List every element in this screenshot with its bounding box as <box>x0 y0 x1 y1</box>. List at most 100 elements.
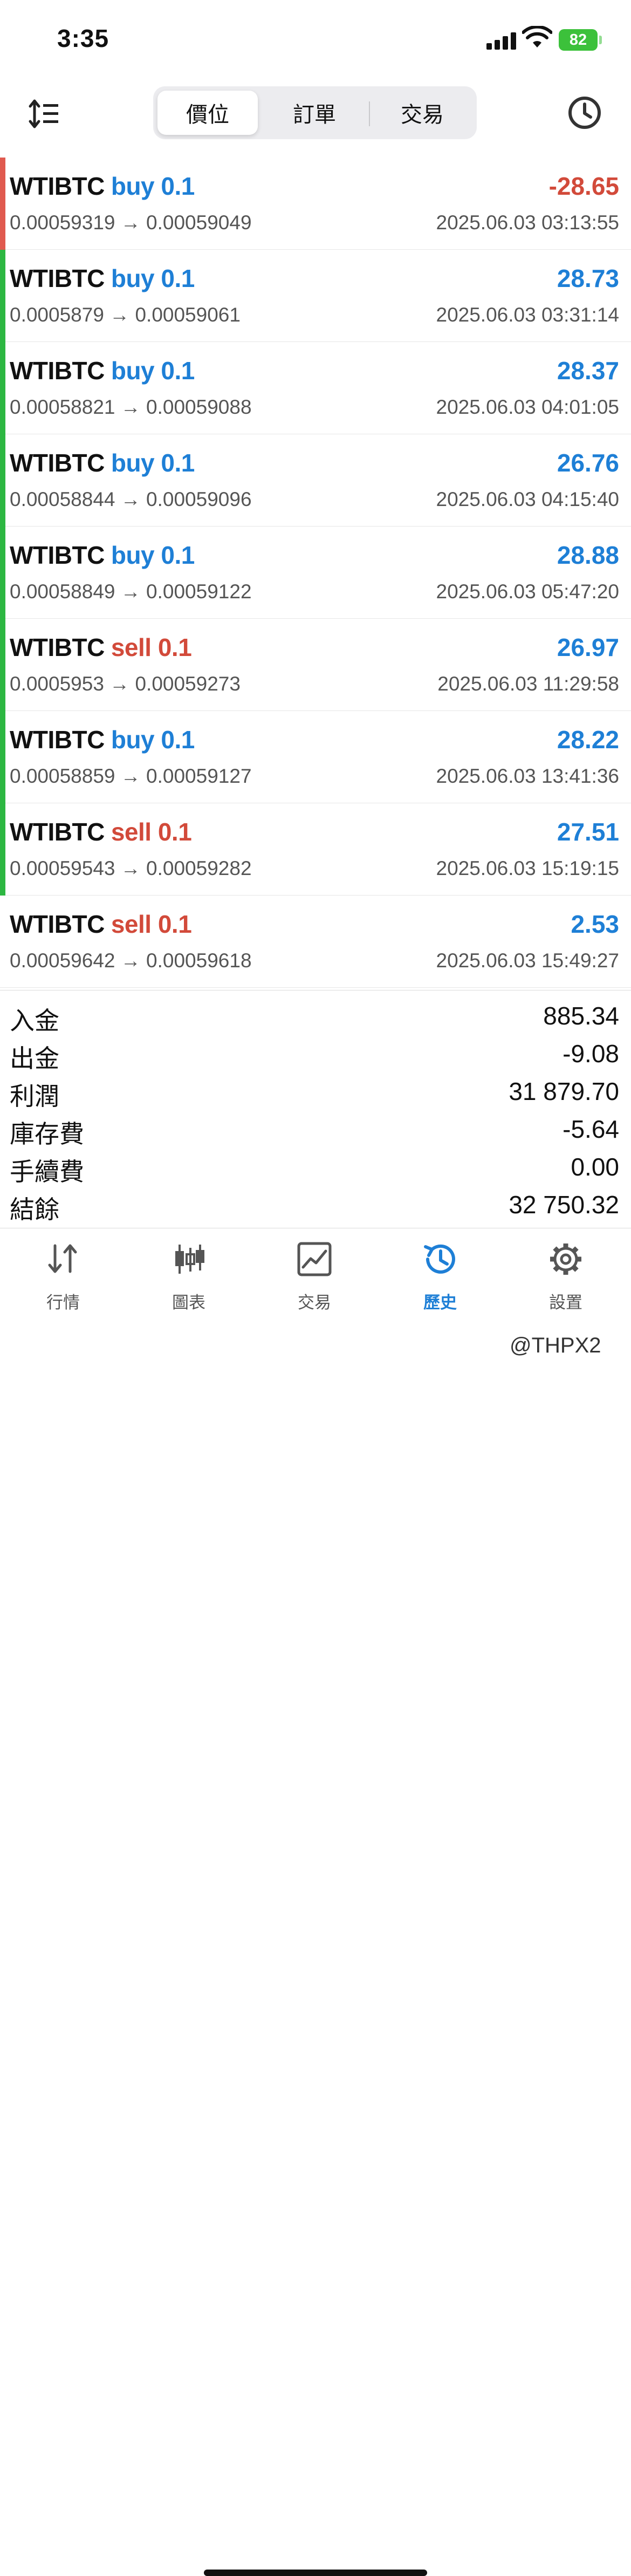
summary-value: 32 750.32 <box>509 1191 619 1219</box>
trade-prices: 0.00059642 → 0.00059618 <box>10 949 252 972</box>
trade-profit: 2.53 <box>571 910 619 938</box>
profit-indicator-bar <box>0 250 5 342</box>
trade-time: 2025.06.03 05:47:20 <box>436 580 620 603</box>
trade-side-volume: buy 0.1 <box>111 264 195 292</box>
trade-time: 2025.06.03 15:49:27 <box>436 949 620 972</box>
profit-indicator-bar <box>0 803 5 896</box>
summary-value: 0.00 <box>571 1153 619 1181</box>
trade-row[interactable]: WTIBTC buy 0.1 28.22 0.00058859 → 0.0005912… <box>0 711 631 803</box>
trade-profit: 28.37 <box>557 357 619 385</box>
summary-row: 庫存費 -5.64 <box>0 1110 631 1148</box>
trade-row[interactable]: WTIBTC sell 0.1 27.51 0.00059543 → 0.000592… <box>0 803 631 896</box>
segment-divider <box>369 101 370 126</box>
tab-orders[interactable]: 訂單 <box>264 91 365 135</box>
profit-indicator-bar <box>0 711 5 803</box>
tabbar-quotes[interactable]: 行情 <box>15 1240 112 1312</box>
clock-icon[interactable] <box>567 95 602 130</box>
profit-indicator-bar <box>0 527 5 619</box>
trade-profit: 28.88 <box>557 541 619 569</box>
trade-time: 2025.06.03 04:15:40 <box>436 488 620 510</box>
trade-time: 2025.06.03 15:19:15 <box>436 857 620 879</box>
trade-row[interactable]: WTIBTC buy 0.1 28.37 0.00058821 → 0.0005908… <box>0 342 631 434</box>
trade-prices: 0.0005953 → 0.00059273 <box>10 673 241 695</box>
trade-side-volume: buy 0.1 <box>111 541 195 569</box>
trade-row[interactable]: WTIBTC buy 0.1 28.88 0.00058849 → 0.0005912… <box>0 527 631 619</box>
trade-instrument: WTIBTC sell 0.1 <box>10 633 192 662</box>
summary-row: 結餘 32 750.32 <box>0 1186 631 1224</box>
tabbar-history[interactable]: 歷史 <box>392 1240 489 1312</box>
trade-side-volume: buy 0.1 <box>111 449 195 477</box>
trade-time: 2025.06.03 11:29:58 <box>437 673 619 695</box>
trade-row[interactable]: WTIBTC buy 0.1 26.76 0.00058844 → 0.0005909… <box>0 434 631 527</box>
summary-label: 手續費 <box>10 1158 84 1186</box>
summary-label: 入金 <box>10 1007 59 1035</box>
sort-icon[interactable] <box>28 99 60 129</box>
home-indicator <box>204 2570 427 2576</box>
tabbar-label: 設置 <box>549 1293 582 1312</box>
summary-label: 庫存費 <box>10 1120 84 1148</box>
account-summary: 入金 885.34 出金 -9.08 利潤 31 879.70 庫存費 -5.64 手續費 0.0… <box>0 990 631 1227</box>
profit-indicator-bar <box>0 434 5 527</box>
trade-side-volume: sell 0.1 <box>111 818 192 846</box>
battery-icon: 82 <box>559 29 602 51</box>
trade-time: 2025.06.03 03:13:55 <box>436 211 620 234</box>
trade-time: 2025.06.03 13:41:36 <box>436 765 620 787</box>
battery-level: 82 <box>569 31 587 49</box>
summary-value: 31 879.70 <box>509 1077 619 1105</box>
settings-gear-icon <box>550 1243 581 1275</box>
trade-symbol: WTIBTC <box>10 633 105 661</box>
profit-indicator-bar <box>0 619 5 711</box>
tab-deals[interactable]: 交易 <box>372 91 472 135</box>
summary-value: 885.34 <box>543 1002 619 1030</box>
trade-row[interactable]: WTIBTC buy 0.1 28.73 0.0005879 → 0.00059061… <box>0 250 631 342</box>
profit-indicator-bar <box>0 342 5 434</box>
trade-symbol: WTIBTC <box>10 541 105 569</box>
trade-profit: 28.73 <box>557 264 619 292</box>
trade-profit: -28.65 <box>548 172 619 200</box>
quotes-icon <box>48 1244 77 1273</box>
summary-row: 手續費 0.00 <box>0 1148 631 1186</box>
trade-row[interactable]: WTIBTC sell 0.1 2.53 0.00059642 → 0.0005961… <box>0 896 631 988</box>
trade-side-volume: sell 0.1 <box>111 633 192 661</box>
trade-profit: 28.22 <box>557 726 619 754</box>
trade-prices: 0.00058821 → 0.00059088 <box>10 396 252 418</box>
trade-symbol: WTIBTC <box>10 910 105 938</box>
trade-instrument: WTIBTC buy 0.1 <box>10 356 195 385</box>
trade-symbol: WTIBTC <box>10 172 105 200</box>
tab-positions[interactable]: 價位 <box>157 91 258 135</box>
cellular-signal-icon <box>486 31 518 50</box>
trade-time: 2025.06.03 03:31:14 <box>436 304 620 326</box>
trade-chart-icon <box>297 1242 332 1276</box>
summary-row: 出金 -9.08 <box>0 1035 631 1072</box>
trade-instrument: WTIBTC sell 0.1 <box>10 910 192 939</box>
trade-row[interactable]: WTIBTC sell 0.1 26.97 0.0005953 → 0.0005927… <box>0 619 631 711</box>
trade-time: 2025.06.03 04:01:05 <box>436 396 620 418</box>
trade-symbol: WTIBTC <box>10 818 105 846</box>
tabbar-trade[interactable]: 交易 <box>266 1240 363 1312</box>
trade-prices: 0.00059543 → 0.00059282 <box>10 857 252 879</box>
tabbar-settings[interactable]: 設置 <box>517 1240 614 1312</box>
trade-prices: 0.00058859 → 0.00059127 <box>10 765 252 787</box>
tabbar-label: 行情 <box>46 1293 80 1312</box>
trade-history-list: WTIBTC buy 0.1 -28.65 0.00059319 → 0.000590… <box>0 158 631 988</box>
trade-side-volume: buy 0.1 <box>111 726 195 754</box>
segmented-control: 價位 訂單 交易 <box>153 86 477 139</box>
trade-profit: 26.97 <box>557 633 619 661</box>
summary-label: 利潤 <box>10 1082 59 1110</box>
trade-instrument: WTIBTC buy 0.1 <box>10 725 195 754</box>
trade-side-volume: buy 0.1 <box>111 357 195 385</box>
trade-prices: 0.00058844 → 0.00059096 <box>10 488 252 510</box>
trade-instrument: WTIBTC buy 0.1 <box>10 172 195 201</box>
trade-prices: 0.00058849 → 0.00059122 <box>10 580 252 603</box>
tabbar-label: 歷史 <box>423 1293 457 1312</box>
tabbar-charts[interactable]: 圖表 <box>140 1240 237 1312</box>
trade-row[interactable]: WTIBTC buy 0.1 -28.65 0.00059319 → 0.000590… <box>0 158 631 250</box>
history-icon <box>424 1244 455 1274</box>
summary-value: -5.64 <box>563 1115 619 1143</box>
profit-indicator-bar <box>0 896 5 988</box>
profit-indicator-bar <box>0 158 5 250</box>
trade-instrument: WTIBTC sell 0.1 <box>10 817 192 846</box>
trade-instrument: WTIBTC buy 0.1 <box>10 264 195 293</box>
summary-label: 出金 <box>10 1044 59 1072</box>
trade-profit: 26.76 <box>557 449 619 477</box>
